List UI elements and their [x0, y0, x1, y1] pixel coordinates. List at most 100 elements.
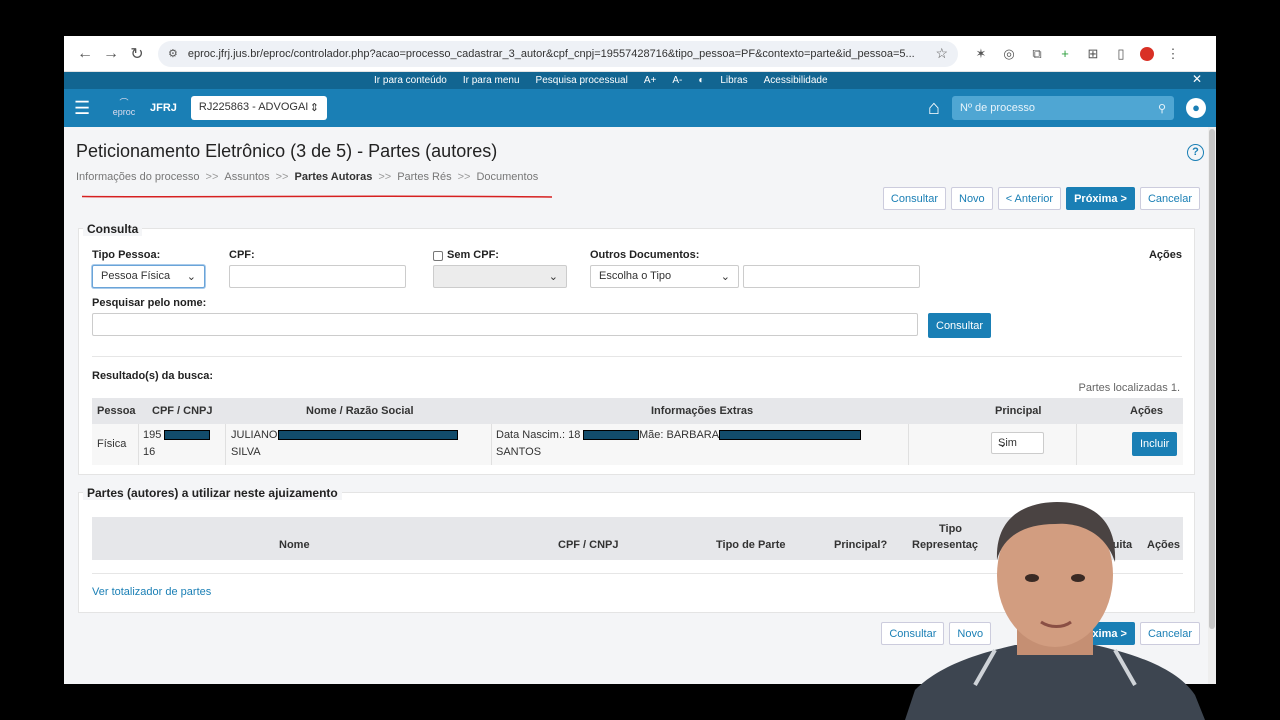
redaction-bar — [278, 430, 458, 440]
row-nome-line1: JULIANO — [231, 429, 278, 441]
process-search-link[interactable]: Pesquisa processual — [536, 75, 628, 86]
page-title: Peticionamento Eletrônico (3 de 5) - Par… — [76, 141, 498, 161]
sem-cpf-select[interactable]: ⌄ — [433, 265, 567, 288]
row-nome-line2: SILVA — [231, 446, 261, 458]
col-info-extras: Informações Extras — [651, 405, 754, 417]
incluir-button[interactable]: Incluir — [1132, 432, 1178, 456]
skip-to-menu-link[interactable]: Ir para menu — [463, 75, 520, 86]
role-select-value: RJ225863 - ADVOGAI — [198, 101, 309, 113]
redaction-bar — [164, 430, 210, 440]
novo-button[interactable]: Novo — [951, 187, 993, 210]
address-bar[interactable]: ⚙ eproc.jfrj.jus.br/eproc/controlador.ph… — [158, 40, 958, 67]
redaction-bar — [719, 430, 861, 440]
puzzle-icon[interactable]: ⊞ — [1084, 46, 1102, 62]
col-acoes: Ações — [1130, 405, 1164, 417]
libras-link[interactable]: Libras — [720, 75, 747, 86]
consultar-nome-button[interactable]: Consultar — [928, 313, 992, 338]
row-info-line1: Data Nascim.: 18 — [496, 429, 581, 441]
site-info-icon[interactable]: ⚙ — [168, 47, 178, 60]
bookmark-star-icon[interactable]: ☆ — [935, 45, 948, 62]
chevron-down-icon: ⌄ — [186, 271, 196, 283]
back-icon[interactable]: ← — [72, 41, 98, 67]
row-info-line2: SANTOS — [496, 446, 542, 458]
sem-cpf-label: Sem CPF: — [447, 249, 499, 261]
totalizador-link[interactable]: Ver totalizador de partes — [92, 586, 211, 598]
outros-documentos-value: Escolha o Tipo — [599, 270, 672, 282]
consulta-panel: Consulta Tipo Pessoa: Pessoa Física ⌄ CP… — [78, 222, 1195, 475]
tipo-pessoa-value: Pessoa Física — [101, 270, 171, 282]
process-search-placeholder: Nº de processo — [960, 102, 1035, 114]
consulta-title: Consulta — [83, 222, 143, 236]
breadcrumb-assuntos[interactable]: Assuntos — [224, 171, 269, 183]
skip-to-content-link[interactable]: Ir para conteúdo — [374, 75, 447, 86]
redaction-bar — [583, 430, 639, 440]
cpf-input[interactable] — [229, 265, 406, 288]
outros-documentos-label: Outros Documentos: — [590, 249, 700, 261]
home-icon[interactable]: ⌂ — [928, 97, 940, 120]
tipo-pessoa-label: Tipo Pessoa: — [92, 249, 161, 261]
chat-icon[interactable]: ◎ — [1000, 46, 1018, 62]
menu-dots-icon[interactable]: ⋮ — [1164, 46, 1182, 62]
breadcrumb-documentos[interactable]: Documentos — [476, 171, 538, 183]
sidepanel-icon[interactable]: ▯ — [1112, 46, 1130, 62]
search-icon[interactable]: ⚲ — [1158, 102, 1166, 115]
anterior-button[interactable]: < Anterior — [997, 187, 1062, 210]
col-cpf-cnpj: CPF / CNPJ — [558, 539, 619, 551]
help-icon[interactable]: ? — [1187, 144, 1204, 161]
sem-cpf-checkbox[interactable] — [433, 251, 443, 261]
proxima-button[interactable]: Próxima > — [1066, 187, 1135, 210]
principal-select[interactable]: Sim ⌄ — [991, 432, 1044, 454]
partes-title: Partes (autores) a utilizar neste ajuiza… — [83, 486, 342, 500]
chevron-down-icon: ⌄ — [548, 271, 558, 283]
cancelar-button[interactable]: Cancelar — [1139, 187, 1200, 210]
font-decrease-link[interactable]: A- — [672, 75, 682, 86]
outros-documentos-select[interactable]: Escolha o Tipo ⌄ — [590, 265, 739, 288]
breadcrumb-partes-autoras: Partes Autoras — [294, 171, 373, 183]
process-number-search[interactable]: Nº de processo ⚲ — [952, 96, 1174, 120]
breadcrumb-sep: >> — [457, 171, 471, 183]
outros-documentos-input[interactable] — [743, 265, 920, 288]
eproc-logo: ⌒ eproc — [112, 98, 136, 117]
role-select[interactable]: RJ225863 - ADVOGAI ⇕ — [190, 96, 327, 120]
forward-icon[interactable]: → — [98, 41, 124, 67]
contrast-icon[interactable]: ◐ — [698, 75, 704, 86]
col-nome: Nome / Razão Social — [306, 405, 414, 417]
consultar-button[interactable]: Consultar — [882, 187, 946, 210]
extensions-area: ✶ ◎ ⧉ + ⊞ ▯ ⋮ — [972, 46, 1182, 62]
pesquisar-nome-label: Pesquisar pelo nome: — [92, 297, 207, 309]
close-icon[interactable]: ✕ — [1192, 72, 1202, 86]
partes-localizadas: Partes localizadas 1. — [1078, 382, 1181, 394]
app-header: ☰ ⌒ eproc JFRJ RJ225863 - ADVOGAI ⇕ ⌂ Nº … — [64, 89, 1216, 127]
menu-icon[interactable]: ☰ — [74, 98, 94, 119]
breadcrumb-sep: >> — [205, 171, 219, 183]
header-right: ⌂ Nº de processo ⚲ ● — [928, 96, 1206, 120]
pesquisar-nome-input[interactable] — [92, 313, 918, 336]
page-scrollbar[interactable] — [1208, 127, 1216, 684]
row-cpf-line1: 195 — [143, 429, 162, 441]
chevron-down-icon: ⌄ — [720, 271, 730, 283]
breadcrumb-partes-res[interactable]: Partes Rés — [397, 171, 451, 183]
extension-icon[interactable]: ✶ — [972, 46, 990, 62]
tipo-pessoa-select[interactable]: Pessoa Física ⌄ — [92, 265, 205, 288]
browser-toolbar: ← → ↻ ⚙ eproc.jfrj.jus.br/eproc/controla… — [64, 36, 1216, 72]
col-principal: Principal? — [834, 539, 888, 551]
font-increase-link[interactable]: A+ — [644, 75, 657, 86]
accessibility-link[interactable]: Acessibilidade — [764, 75, 828, 86]
org-name: JFRJ — [150, 102, 177, 114]
profile-icon[interactable] — [1140, 46, 1154, 61]
red-annotation-underline — [82, 195, 552, 198]
plus-extension-icon[interactable]: + — [1056, 46, 1074, 61]
acoes-label: Ações — [1148, 249, 1182, 261]
chevron-down-icon: ⌄ — [998, 438, 1008, 450]
reload-icon[interactable]: ↻ — [124, 41, 150, 67]
row-info-mae: Mãe: BARBARA — [639, 429, 720, 441]
row-cpf-line2: 16 — [143, 446, 156, 458]
translate-icon[interactable]: ⧉ — [1028, 46, 1046, 62]
results-table-header: Pessoa CPF / CNPJ Nome / Razão Social In… — [92, 398, 1183, 424]
scrollbar-thumb[interactable] — [1209, 129, 1215, 629]
breadcrumb-info[interactable]: Informações do processo — [76, 171, 200, 183]
resultados-label: Resultado(s) da busca: — [92, 370, 214, 382]
user-icon[interactable]: ● — [1186, 98, 1206, 118]
row-pessoa: Física — [97, 438, 127, 450]
cpf-label: CPF: — [229, 249, 255, 261]
